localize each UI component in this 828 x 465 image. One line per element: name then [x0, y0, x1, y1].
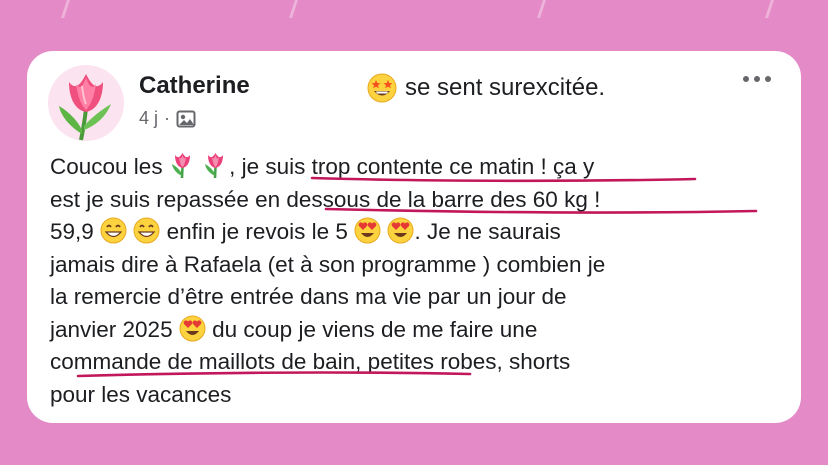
body-line: pour les vacances	[50, 379, 770, 412]
highlighted-text: je suis trop contente ce matin	[241, 154, 535, 179]
post-meta: 4 j ·	[139, 108, 196, 129]
body-text: du coup je viens de me faire une	[212, 316, 538, 342]
grinning-emoji-icon	[100, 217, 127, 244]
body-text: la remercie d’être entrée dans ma vie pa…	[50, 284, 567, 309]
highlighted-text: commande de maillots de bain	[50, 349, 356, 374]
decorative-stroke	[61, 0, 70, 18]
body-text: ! ça y	[534, 154, 595, 179]
decorative-stroke	[765, 0, 774, 18]
feeling-status: se sent surexcitée.	[367, 73, 605, 103]
decorative-stroke	[289, 0, 298, 18]
post-time[interactable]: 4 j	[139, 108, 158, 129]
body-text: ,	[229, 154, 242, 179]
body-line: Coucou les , je suis trop contente ce ma…	[50, 151, 770, 184]
more-options-icon[interactable]	[743, 76, 771, 82]
body-line: commande de maillots de bain, petites ro…	[50, 346, 770, 379]
post-card: Catherine se sent surexcitée. 4 j · Couc…	[27, 51, 801, 423]
star-struck-emoji-icon	[367, 73, 397, 103]
body-text: pour les vacances	[50, 381, 232, 407]
heart-eyes-emoji-icon	[179, 315, 206, 342]
meta-separator: ·	[164, 108, 171, 128]
photo-icon[interactable]	[176, 110, 196, 128]
post-body: Coucou les , je suis trop contente ce ma…	[50, 151, 770, 411]
body-text: enfin je revois le 5	[166, 219, 348, 244]
body-text: , petites robes, shorts	[355, 349, 571, 374]
body-line: jamais dire à Rafaela (et à son programm…	[50, 249, 770, 282]
body-line: 59,9 enfin je revois le 5 . Je ne saurai…	[50, 216, 770, 249]
body-text: jamais dire à Rafaela (et à son programm…	[50, 251, 606, 277]
decorative-stroke	[537, 0, 546, 18]
body-text: est je suis repassée	[50, 186, 256, 212]
grinning-emoji-icon	[133, 217, 160, 244]
highlighted-text: en dessous de la barre des 60 kg	[255, 186, 588, 212]
body-text: Coucou les	[50, 154, 163, 179]
tulip-emoji-icon	[202, 152, 229, 179]
body-line: est je suis repassée en dessous de la ba…	[50, 184, 770, 217]
body-text: . Je ne saurais	[414, 219, 561, 244]
body-text: janvier 2025	[50, 316, 173, 342]
body-line: la remercie d’être entrée dans ma vie pa…	[50, 281, 770, 314]
body-text: 59,9	[50, 219, 94, 244]
heart-eyes-emoji-icon	[387, 217, 414, 244]
feeling-text: se sent surexcitée.	[405, 74, 606, 101]
heart-eyes-emoji-icon	[354, 217, 381, 244]
body-text: !	[587, 186, 601, 212]
tulip-emoji-icon	[169, 152, 196, 179]
tulip-avatar-icon[interactable]	[47, 64, 125, 142]
author-name[interactable]: Catherine	[139, 72, 250, 100]
body-line: janvier 2025 du coup je viens de me fair…	[50, 314, 770, 347]
